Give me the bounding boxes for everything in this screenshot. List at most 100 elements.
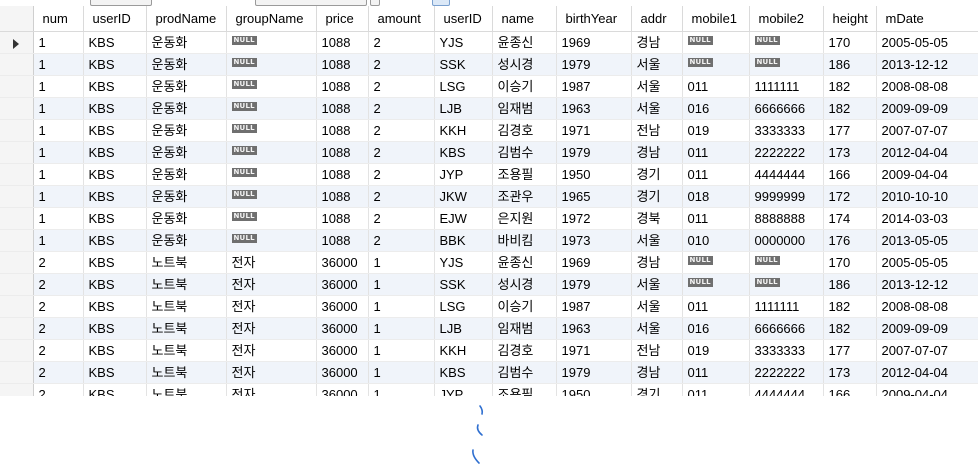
cell-prodname[interactable]: 노트북 (146, 339, 227, 362)
cell-addr[interactable]: 경기 (631, 185, 683, 208)
cell-addr[interactable]: 경북 (631, 207, 683, 230)
cell-mobile1[interactable]: 019 (682, 119, 750, 142)
cell-userid[interactable]: JYP (434, 383, 493, 396)
cell-addr[interactable]: 서울 (631, 75, 683, 98)
cell-groupname[interactable]: NULL (226, 53, 317, 76)
cell-userid[interactable]: JKW (434, 185, 493, 208)
cell-amount[interactable]: 1 (368, 273, 435, 296)
cell-userid[interactable]: BBK (434, 229, 493, 252)
row-selector[interactable] (0, 185, 34, 208)
cell-mdate[interactable]: 2007-07-07 (876, 339, 978, 362)
cell-mdate[interactable]: 2005-05-05 (876, 251, 978, 274)
cell-name[interactable]: 임재범 (492, 317, 557, 340)
cell-price[interactable]: 1088 (316, 141, 369, 164)
cell-mdate[interactable]: 2012-04-04 (876, 141, 978, 164)
table-row[interactable]: 2 KBS 노트북 전자 36000 1 LSG 이승기 1987 서울 011 1111111 182… (0, 295, 978, 318)
cell-userid[interactable]: LJB (434, 97, 493, 120)
cell-mdate[interactable]: 2010-10-10 (876, 185, 978, 208)
cell-price[interactable]: 1088 (316, 31, 369, 54)
cell-addr[interactable]: 경남 (631, 251, 683, 274)
cell-num[interactable]: 1 (33, 119, 84, 142)
cell-birthyear[interactable]: 1973 (556, 229, 632, 252)
cell-num[interactable]: 1 (33, 31, 84, 54)
table-row[interactable]: 1 KBS 운동화 NULL 1088 2 LJB 임재범 1963 서울 016 6666666 18… (0, 97, 978, 120)
cell-userid[interactable]: KBS (83, 229, 147, 252)
cell-prodname[interactable]: 노트북 (146, 383, 227, 396)
cell-num[interactable]: 1 (33, 141, 84, 164)
cell-groupname[interactable]: NULL (226, 97, 317, 120)
row-selector[interactable] (0, 295, 34, 318)
cell-height[interactable]: 177 (823, 339, 877, 362)
cell-birthyear[interactable]: 1969 (556, 251, 632, 274)
row-selector[interactable] (0, 339, 34, 362)
cell-height[interactable]: 173 (823, 361, 877, 384)
cell-name[interactable]: 성시경 (492, 273, 557, 296)
cell-groupname[interactable]: NULL (226, 31, 317, 54)
cell-mdate[interactable]: 2009-04-04 (876, 383, 978, 396)
cell-mobile2[interactable]: 2222222 (749, 141, 824, 164)
cell-mobile1[interactable]: 010 (682, 229, 750, 252)
cell-userid[interactable]: KBS (83, 53, 147, 76)
column-header-mdate[interactable]: mDate (876, 6, 978, 32)
cell-birthyear[interactable]: 1963 (556, 317, 632, 340)
cell-amount[interactable]: 1 (368, 383, 435, 396)
cell-mobile2[interactable]: 9999999 (749, 185, 824, 208)
cell-height[interactable]: 182 (823, 317, 877, 340)
cell-name[interactable]: 김경호 (492, 339, 557, 362)
cell-groupname[interactable]: NULL (226, 163, 317, 186)
cell-userid[interactable]: SSK (434, 53, 493, 76)
cell-num[interactable]: 1 (33, 53, 84, 76)
cell-price[interactable]: 36000 (316, 317, 369, 340)
cell-birthyear[interactable]: 1972 (556, 207, 632, 230)
cell-mobile1[interactable]: 011 (682, 383, 750, 396)
cell-userid[interactable]: KBS (83, 141, 147, 164)
cell-mdate[interactable]: 2014-03-03 (876, 207, 978, 230)
cell-price[interactable]: 36000 (316, 273, 369, 296)
cell-price[interactable]: 1088 (316, 185, 369, 208)
row-selector[interactable] (0, 383, 34, 396)
column-header-name[interactable]: name (492, 6, 557, 32)
cell-mobile2[interactable]: 1111111 (749, 295, 824, 318)
cell-mobile2[interactable]: NULL (749, 273, 824, 296)
cell-mobile1[interactable]: 011 (682, 295, 750, 318)
cell-addr[interactable]: 경남 (631, 31, 683, 54)
cell-mobile1[interactable]: 019 (682, 339, 750, 362)
cell-mobile1[interactable]: NULL (682, 251, 750, 274)
cell-mobile2[interactable]: NULL (749, 31, 824, 54)
cell-mobile1[interactable]: 011 (682, 361, 750, 384)
cell-num[interactable]: 2 (33, 317, 84, 340)
cell-mdate[interactable]: 2013-12-12 (876, 53, 978, 76)
cell-mdate[interactable]: 2008-08-08 (876, 75, 978, 98)
cell-mobile2[interactable]: 4444444 (749, 383, 824, 396)
row-selector[interactable] (0, 317, 34, 340)
cell-price[interactable]: 1088 (316, 97, 369, 120)
cell-userid[interactable]: KBS (83, 383, 147, 396)
cell-mdate[interactable]: 2008-08-08 (876, 295, 978, 318)
cell-userid[interactable]: KBS (83, 119, 147, 142)
cell-userid[interactable]: YJS (434, 251, 493, 274)
table-row[interactable]: 1 KBS 운동화 NULL 1088 2 YJS 윤종신 1969 경남 NULL NULL 170 2… (0, 31, 978, 54)
cell-mobile2[interactable]: 1111111 (749, 75, 824, 98)
cell-mobile2[interactable]: 3333333 (749, 339, 824, 362)
column-header-prodname[interactable]: prodName (146, 6, 227, 32)
cell-name[interactable]: 김범수 (492, 141, 557, 164)
cell-height[interactable]: 166 (823, 163, 877, 186)
column-header-mobile1[interactable]: mobile1 (682, 6, 750, 32)
cell-birthyear[interactable]: 1963 (556, 97, 632, 120)
cell-height[interactable]: 182 (823, 75, 877, 98)
column-header-groupname[interactable]: groupName (226, 6, 317, 32)
cell-num[interactable]: 1 (33, 185, 84, 208)
cell-mobile1[interactable]: NULL (682, 273, 750, 296)
cell-addr[interactable]: 경남 (631, 141, 683, 164)
cell-mobile2[interactable]: 4444444 (749, 163, 824, 186)
cell-name[interactable]: 성시경 (492, 53, 557, 76)
cell-userid[interactable]: KBS (83, 163, 147, 186)
cell-userid[interactable]: YJS (434, 31, 493, 54)
row-selector[interactable] (0, 75, 34, 98)
cell-mobile1[interactable]: 016 (682, 97, 750, 120)
cell-amount[interactable]: 1 (368, 251, 435, 274)
row-selector[interactable] (0, 273, 34, 296)
cell-price[interactable]: 1088 (316, 119, 369, 142)
cell-groupname[interactable]: 전자 (226, 273, 317, 296)
cell-price[interactable]: 1088 (316, 229, 369, 252)
